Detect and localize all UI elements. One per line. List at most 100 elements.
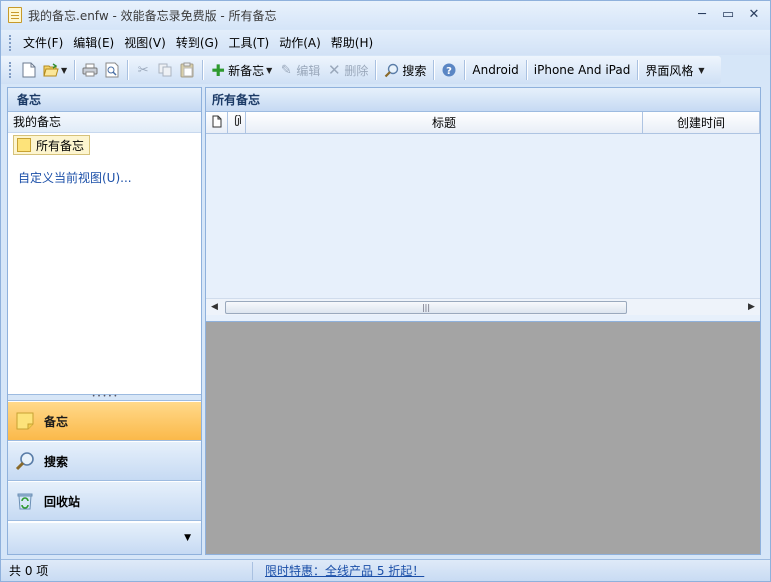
search-button[interactable]: 搜索 <box>380 59 429 81</box>
plus-icon: ✚ <box>211 60 225 80</box>
sticky-note-icon <box>17 138 31 152</box>
iphone-ipad-button[interactable]: iPhone And iPad <box>531 59 634 81</box>
nav-configure-button[interactable]: ▼ <box>8 523 201 554</box>
column-type[interactable] <box>206 112 228 133</box>
help-button[interactable]: ? <box>438 59 460 81</box>
navigation-pane-title: 备忘 <box>8 88 201 112</box>
recycle-bin-icon <box>14 490 36 512</box>
close-button[interactable]: ✕ <box>744 5 764 23</box>
minimize-button[interactable]: ─ <box>692 5 712 23</box>
pencil-icon: ✎ <box>280 62 292 78</box>
navigation-pane: 备忘 我的备忘 所有备忘 自定义当前视图(U)... • • • • • 备忘 … <box>7 87 202 555</box>
nav-search-button[interactable]: 搜索 <box>8 442 201 481</box>
title-bar: 我的备忘.enfw - 效能备忘录免费版 - 所有备忘 ─ ▭ ✕ <box>1 1 770 29</box>
toolbar-separator <box>464 60 466 80</box>
toolbar-separator <box>74 60 76 80</box>
cut-button[interactable]: ✂ <box>132 59 154 81</box>
note-preview-pane <box>206 321 760 554</box>
new-file-button[interactable] <box>18 59 40 81</box>
menu-goto[interactable]: 转到(G) <box>171 33 224 53</box>
toolbar-separator <box>637 60 639 80</box>
magnifier-icon <box>14 450 36 472</box>
print-preview-icon <box>104 62 120 78</box>
nav-notes-button[interactable]: 备忘 <box>8 402 201 441</box>
notes-pane-title: 所有备忘 <box>206 88 760 112</box>
chevron-down-icon: ▼ <box>698 65 705 75</box>
toolbar-separator <box>202 60 204 80</box>
window-controls: ─ ▭ ✕ <box>692 5 764 23</box>
scroll-right-icon[interactable]: ▶ <box>743 302 760 312</box>
edit-note-button[interactable]: ✎ 编辑 <box>275 59 323 81</box>
menu-view[interactable]: 视图(V) <box>119 33 171 53</box>
toolbar-separator <box>127 60 129 80</box>
item-count: 共 0 项 <box>1 561 253 580</box>
new-note-label: 新备忘 <box>228 63 265 78</box>
skin-button[interactable]: 界面风格 ▼ <box>642 59 707 81</box>
column-attachment[interactable] <box>228 112 246 133</box>
scissors-icon: ✂ <box>137 62 149 78</box>
promo-link[interactable]: 限时特惠：全线产品 5 折起！ <box>253 562 424 579</box>
open-file-button[interactable]: ▼ <box>40 59 70 81</box>
chevron-down-icon: ▼ <box>61 65 68 75</box>
menu-help[interactable]: 帮助(H) <box>326 33 378 53</box>
search-label: 搜索 <box>402 63 427 78</box>
folder-all-notes-label: 所有备忘 <box>36 138 85 153</box>
scrollbar-track[interactable]: ||| <box>223 300 743 314</box>
scrollbar-thumb[interactable]: ||| <box>225 300 627 314</box>
toolbar-separator <box>433 60 435 80</box>
menubar-grip[interactable] <box>9 34 12 51</box>
nav-notes-label: 备忘 <box>44 414 69 429</box>
help-icon: ? <box>441 62 457 78</box>
menu-bar: 文件(F) 编辑(E) 视图(V) 转到(G) 工具(T) 动作(A) 帮助(H… <box>1 30 770 55</box>
chevron-down-icon: ▼ <box>266 65 273 75</box>
sticky-note-icon <box>14 410 36 432</box>
chevron-down-icon: ▼ <box>184 533 191 543</box>
column-title[interactable]: 标题 <box>246 112 643 133</box>
menu-tools[interactable]: 工具(T) <box>223 33 274 53</box>
delete-note-button[interactable]: ✕ 删除 <box>323 59 371 81</box>
nav-recycle-bin-button[interactable]: 回收站 <box>8 482 201 521</box>
notes-table-body[interactable] <box>206 134 760 298</box>
new-file-icon <box>21 62 37 78</box>
toolbar: ▼ ✂ ✚ 新备忘 ▼ ✎ 编辑 ✕ 删除 搜索 ? Android iPhon… <box>1 56 721 84</box>
delete-x-icon: ✕ <box>328 61 341 79</box>
menu-edit[interactable]: 编辑(E) <box>68 33 119 53</box>
folder-group-header[interactable]: 我的备忘 <box>8 112 201 133</box>
print-button[interactable] <box>79 59 101 81</box>
printer-icon <box>82 62 98 78</box>
copy-icon <box>157 62 173 78</box>
maximize-button[interactable]: ▭ <box>718 5 738 23</box>
horizontal-scrollbar[interactable]: ◀ ||| ▶ <box>206 298 760 315</box>
paste-button[interactable] <box>176 59 198 81</box>
customize-view-link[interactable]: 自定义当前视图(U)... <box>18 169 132 186</box>
scroll-left-icon[interactable]: ◀ <box>206 302 223 312</box>
notes-pane: 所有备忘 标题 创建时间 ◀ ||| ▶ <box>205 87 761 555</box>
document-icon <box>212 115 222 131</box>
toolbar-grip[interactable] <box>9 62 12 78</box>
notes-table-header: 标题 创建时间 <box>206 112 760 134</box>
pane-splitter[interactable]: • • • • • <box>8 394 201 401</box>
status-bar: 共 0 项 限时特惠：全线产品 5 折起！ <box>1 559 770 581</box>
svg-text:?: ? <box>446 66 452 77</box>
print-preview-button[interactable] <box>101 59 123 81</box>
toolbar-separator <box>375 60 377 80</box>
toolbar-separator <box>525 60 527 80</box>
magnifier-icon <box>383 62 399 78</box>
app-icon <box>8 7 22 23</box>
folder-all-notes[interactable]: 所有备忘 <box>13 135 91 155</box>
edit-note-label: 编辑 <box>296 63 321 78</box>
open-folder-icon <box>43 62 59 78</box>
android-button[interactable]: Android <box>469 59 521 81</box>
copy-button[interactable] <box>154 59 176 81</box>
new-note-button[interactable]: ✚ 新备忘 ▼ <box>207 59 275 81</box>
window-title: 我的备忘.enfw - 效能备忘录免费版 - 所有备忘 <box>28 8 277 23</box>
clipboard-icon <box>179 62 195 78</box>
menu-file[interactable]: 文件(F) <box>18 33 68 53</box>
app-window: 我的备忘.enfw - 效能备忘录免费版 - 所有备忘 ─ ▭ ✕ 文件(F) … <box>0 0 771 582</box>
paperclip-icon <box>233 113 241 131</box>
delete-note-label: 删除 <box>344 63 369 78</box>
skin-label: 界面风格 <box>645 63 694 78</box>
menu-actions[interactable]: 动作(A) <box>274 33 326 53</box>
nav-search-label: 搜索 <box>44 454 69 469</box>
column-created-time[interactable]: 创建时间 <box>643 112 760 133</box>
